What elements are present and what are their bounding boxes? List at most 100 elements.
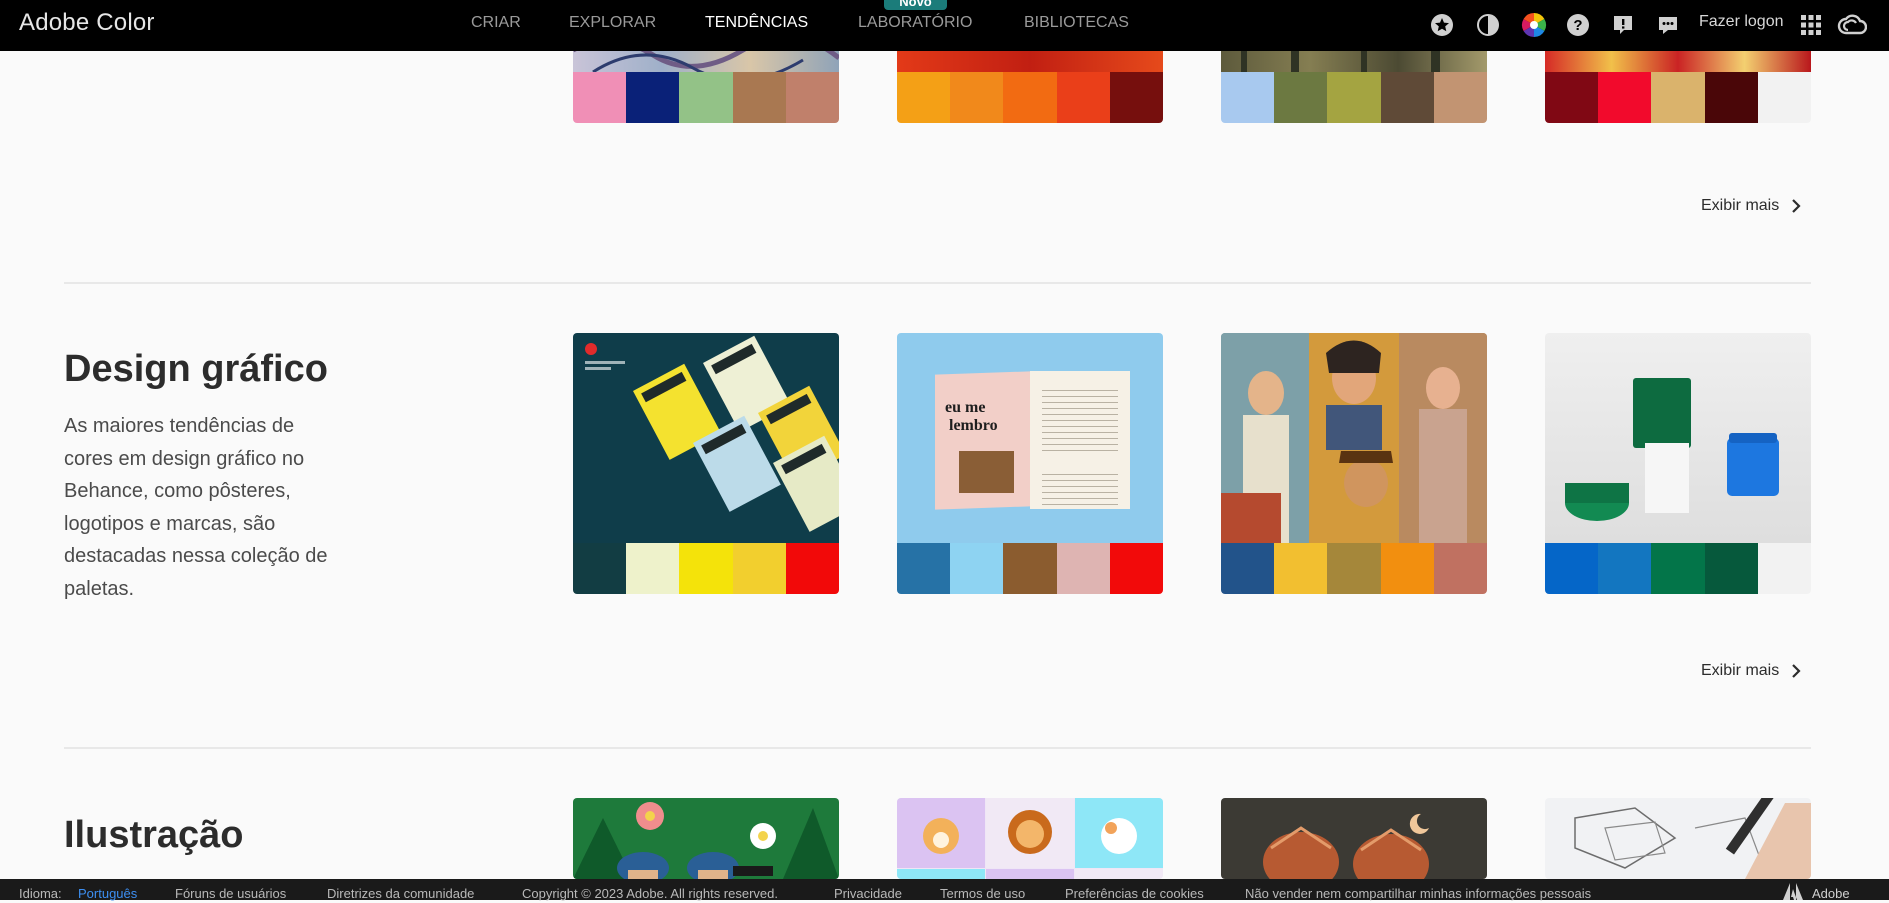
color-swatch[interactable] xyxy=(573,72,627,123)
color-swatches xyxy=(573,72,839,123)
color-swatch[interactable] xyxy=(1003,543,1057,594)
top-navigation-bar: Adobe Color Novo CRIAR EXPLORAR TENDÊNCI… xyxy=(0,0,1889,51)
novo-badge: Novo xyxy=(884,0,947,10)
color-swatch[interactable] xyxy=(1056,72,1110,123)
footer: Idioma: Português Fóruns de usuários Dir… xyxy=(0,879,1889,901)
color-swatches xyxy=(1545,543,1811,594)
color-swatch[interactable] xyxy=(897,72,951,123)
color-wheel-icon[interactable] xyxy=(1521,12,1547,38)
help-icon[interactable]: ? xyxy=(1565,12,1591,38)
palette-card[interactable] xyxy=(573,798,839,879)
footer-link-forums[interactable]: Fóruns de usuários xyxy=(175,886,286,901)
color-swatch[interactable] xyxy=(1274,543,1328,594)
show-more-link[interactable]: Exibir mais xyxy=(1701,197,1801,215)
alert-icon[interactable] xyxy=(1610,12,1636,38)
moon-icon[interactable] xyxy=(1475,12,1501,38)
color-swatch[interactable] xyxy=(1757,543,1811,594)
color-swatch[interactable] xyxy=(1274,72,1328,123)
book-photo xyxy=(959,451,1014,493)
footer-link-terms[interactable]: Termos de uso xyxy=(940,886,1025,901)
nav-criar[interactable]: CRIAR xyxy=(471,14,521,32)
card-image: eu me lembro xyxy=(897,333,1163,543)
color-swatch[interactable] xyxy=(1598,543,1652,594)
nav-tendencias[interactable]: TENDÊNCIAS xyxy=(705,14,808,32)
color-swatch[interactable] xyxy=(1109,543,1163,594)
nav-bibliotecas[interactable]: BIBLIOTECAS xyxy=(1024,14,1129,32)
color-swatch[interactable] xyxy=(1651,72,1705,123)
color-swatches xyxy=(573,543,839,594)
show-more-link[interactable]: Exibir mais xyxy=(1701,662,1801,680)
section-title: Ilustração xyxy=(64,814,244,856)
nav-laboratorio[interactable]: LABORATÓRIO xyxy=(858,14,972,32)
palette-card[interactable] xyxy=(897,798,1163,879)
language-selector[interactable]: Português xyxy=(78,886,137,901)
footer-link-privacy[interactable]: Privacidade xyxy=(834,886,902,901)
color-swatch[interactable] xyxy=(1433,72,1487,123)
palette-card[interactable] xyxy=(1221,798,1487,879)
chat-icon[interactable] xyxy=(1655,12,1681,38)
color-swatch[interactable] xyxy=(1221,543,1275,594)
apps-grid-icon[interactable] xyxy=(1798,12,1824,38)
color-swatch[interactable] xyxy=(1545,72,1599,123)
color-swatch[interactable] xyxy=(897,543,951,594)
login-link[interactable]: Fazer logon xyxy=(1699,13,1784,31)
palette-card[interactable] xyxy=(1545,798,1811,879)
color-swatch[interactable] xyxy=(679,543,733,594)
card-image xyxy=(1221,333,1487,543)
color-swatch[interactable] xyxy=(732,543,786,594)
color-swatch[interactable] xyxy=(1704,543,1758,594)
color-swatch[interactable] xyxy=(1380,543,1434,594)
color-swatch[interactable] xyxy=(950,72,1004,123)
book-text: eu me lembro xyxy=(945,399,998,434)
color-swatch[interactable] xyxy=(1003,72,1057,123)
color-swatch[interactable] xyxy=(1704,72,1758,123)
section-divider xyxy=(64,282,1811,284)
color-swatch[interactable] xyxy=(785,543,839,594)
color-swatch[interactable] xyxy=(1380,72,1434,123)
color-swatch[interactable] xyxy=(1056,543,1110,594)
palette-card[interactable]: eu me lembro xyxy=(897,333,1163,594)
card-image xyxy=(1545,798,1811,879)
show-more-label: Exibir mais xyxy=(1701,662,1780,679)
palette-card[interactable] xyxy=(1545,333,1811,594)
color-swatch[interactable] xyxy=(573,543,627,594)
palette-card[interactable] xyxy=(573,333,839,594)
nav-explorar[interactable]: EXPLORAR xyxy=(569,14,656,32)
adobe-wordmark: Adobe xyxy=(1812,886,1850,901)
chevron-right-icon xyxy=(1792,199,1801,213)
color-swatch[interactable] xyxy=(732,72,786,123)
color-swatch[interactable] xyxy=(1433,543,1487,594)
star-icon[interactable] xyxy=(1429,12,1455,38)
color-swatch[interactable] xyxy=(1109,72,1163,123)
color-swatch[interactable] xyxy=(1327,543,1381,594)
creative-cloud-icon[interactable] xyxy=(1837,12,1867,38)
brand-logo[interactable]: Adobe Color xyxy=(19,9,155,37)
card-image xyxy=(1221,798,1487,879)
palette-card[interactable] xyxy=(1221,333,1487,594)
color-swatch[interactable] xyxy=(1757,72,1811,123)
color-swatch[interactable] xyxy=(1545,543,1599,594)
card-image xyxy=(573,798,839,879)
language-label: Idioma: xyxy=(19,886,62,901)
svg-text:?: ? xyxy=(1573,17,1582,34)
color-swatch[interactable] xyxy=(626,543,680,594)
color-swatch[interactable] xyxy=(1327,72,1381,123)
color-swatches xyxy=(897,543,1163,594)
color-swatch[interactable] xyxy=(1598,72,1652,123)
color-swatch[interactable] xyxy=(626,72,680,123)
show-more-label: Exibir mais xyxy=(1701,197,1780,214)
card-image xyxy=(573,333,839,543)
footer-link-guidelines[interactable]: Diretrizes da comunidade xyxy=(327,886,474,901)
chevron-right-icon xyxy=(1792,664,1801,678)
color-swatch[interactable] xyxy=(679,72,733,123)
card-image xyxy=(1545,333,1811,543)
footer-link-cookies[interactable]: Preferências de cookies xyxy=(1065,886,1204,901)
color-swatches xyxy=(897,72,1163,123)
color-swatches xyxy=(1221,72,1487,123)
color-swatch[interactable] xyxy=(1221,72,1275,123)
color-swatch[interactable] xyxy=(785,72,839,123)
color-swatch[interactable] xyxy=(1651,543,1705,594)
footer-link-do-not-sell[interactable]: Não vender nem compartilhar minhas infor… xyxy=(1245,886,1591,901)
color-swatch[interactable] xyxy=(950,543,1004,594)
section-divider xyxy=(64,747,1811,749)
